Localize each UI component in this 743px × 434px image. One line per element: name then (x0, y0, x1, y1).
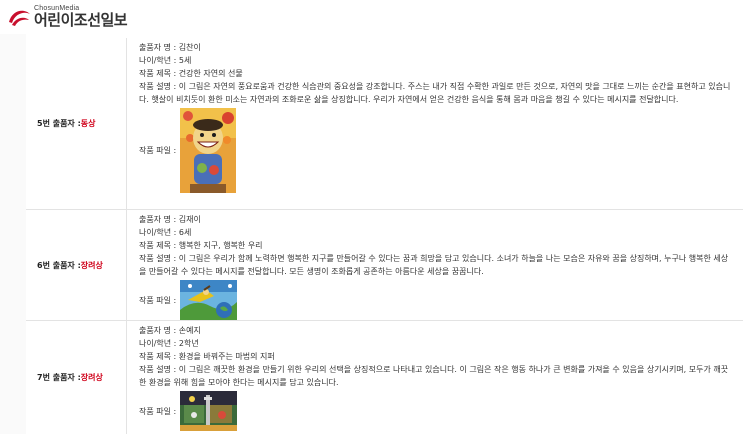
author-name: 출품자 명 : 김찬이 (139, 43, 201, 52)
file-label: 작품 파일 : (139, 146, 177, 155)
entry-row: 7번 출품자 : 장려상 출품자 명 : 손예지 나이/학년 : 2학년 작품 … (26, 321, 743, 434)
file-label: 작품 파일 : (139, 295, 177, 305)
logo-title: 어린이조선일보 (34, 11, 128, 29)
entry-number: 5번 출품자 : (37, 119, 81, 128)
author-age: 나이/학년 : 5세 (139, 56, 192, 65)
left-gutter (0, 34, 26, 434)
artwork-title: 작품 제목 : 건강한 자연의 선물 (139, 69, 243, 78)
artwork-file: 작품 파일 : (139, 391, 743, 431)
site-logo[interactable]: ChosunMedia 어린이조선일보 (6, 5, 128, 29)
author-age: 나이/학년 : 2학년 (139, 339, 199, 348)
award-badge: 장려상 (80, 260, 103, 270)
artwork-title: 작품 제목 : 행복한 지구, 행복한 우리 (139, 241, 263, 250)
artwork-description: 작품 설명 : 이 그림은 깨끗한 환경을 만들기 위한 우리의 선택을 상징적… (139, 365, 729, 387)
artwork-title: 작품 제목 : 환경을 바꿔주는 마법의 지퍼 (139, 352, 275, 361)
artwork-thumbnail-image[interactable] (180, 280, 238, 320)
entry-details: 출품자 명 : 김재이 나이/학년 : 6세 작품 제목 : 행복한 지구, 행… (127, 210, 743, 320)
file-label: 작품 파일 : (139, 406, 177, 416)
entry-row: 6번 출품자 : 장려상 출품자 명 : 김재이 나이/학년 : 6세 작품 제… (26, 210, 743, 321)
artwork-file: 작품 파일 : (139, 108, 743, 193)
author-age: 나이/학년 : 6세 (139, 228, 192, 237)
artwork-description: 작품 설명 : 이 그림은 우리가 함께 노력하면 행복한 지구를 만들어갈 수… (139, 254, 729, 276)
entry-label: 5번 출품자 : 동상 (26, 38, 126, 209)
entry-row: 5번 출품자 : 동상 출품자 명 : 김찬이 나이/학년 : 5세 작품 제목… (26, 38, 743, 210)
award-badge: 장려상 (80, 373, 103, 382)
entry-number: 6번 출품자 : (37, 260, 81, 270)
entry-label: 7번 출품자 : 장려상 (26, 321, 126, 434)
entry-number: 7번 출품자 : (37, 373, 81, 382)
artwork-description: 작품 설명 : 이 그림은 자연의 풍요로움과 건강한 식습관의 중요성을 강조… (139, 82, 731, 104)
author-name: 출품자 명 : 손예지 (139, 326, 201, 335)
artwork-thumbnail-image[interactable] (180, 108, 237, 193)
artwork-file: 작품 파일 : (139, 280, 743, 320)
logo-mark-icon (6, 6, 32, 28)
site-header: ChosunMedia 어린이조선일보 (0, 0, 743, 34)
entry-details: 출품자 명 : 김찬이 나이/학년 : 5세 작품 제목 : 건강한 자연의 선… (127, 38, 743, 209)
award-badge: 동상 (80, 119, 96, 128)
entry-label: 6번 출품자 : 장려상 (26, 210, 126, 320)
entry-details: 출품자 명 : 손예지 나이/학년 : 2학년 작품 제목 : 환경을 바꿔주는… (127, 321, 743, 434)
author-name: 출품자 명 : 김재이 (139, 215, 201, 224)
artwork-thumbnail-image[interactable] (180, 391, 238, 431)
